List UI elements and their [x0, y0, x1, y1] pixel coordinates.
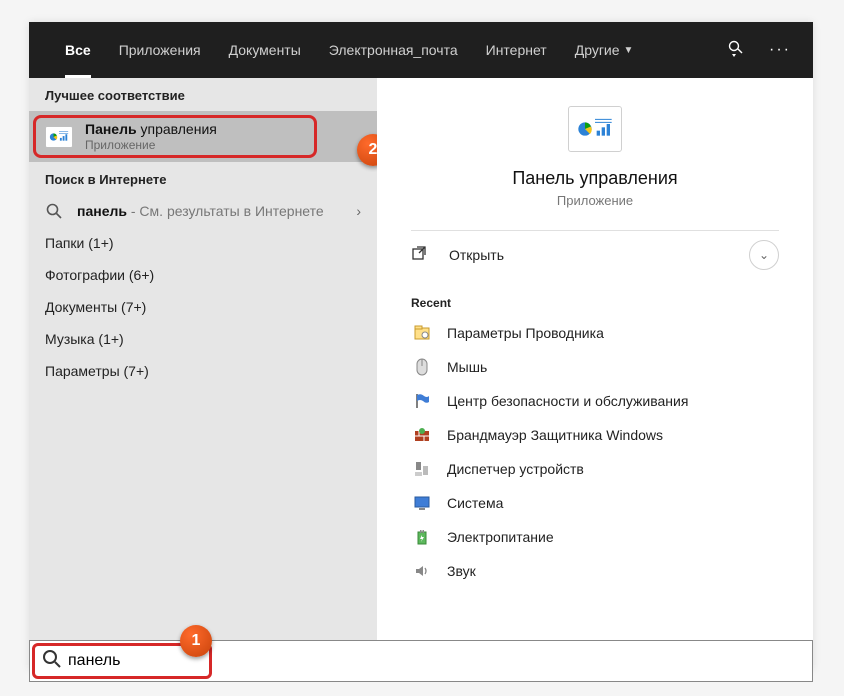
recent-label: Центр безопасности и обслуживания: [447, 393, 688, 409]
search-input[interactable]: [62, 652, 800, 670]
best-match-result[interactable]: Панель управления Приложение 2: [29, 111, 377, 162]
header-tabs: Все Приложения Документы Электронная_поч…: [29, 22, 813, 78]
tab-label: Приложения: [119, 42, 201, 58]
mouse-icon: [411, 358, 433, 376]
tab-web[interactable]: Интернет: [472, 22, 561, 78]
search-window: Все Приложения Документы Электронная_поч…: [29, 22, 813, 670]
recent-heading: Recent: [377, 278, 813, 316]
recent-label: Звук: [447, 563, 476, 579]
recent-label: Электропитание: [447, 529, 554, 545]
preview-title: Панель управления: [512, 168, 677, 189]
folder-options-icon: [411, 324, 433, 342]
result-subtitle: Приложение: [85, 138, 361, 152]
category-documents[interactable]: Документы (7+): [29, 291, 377, 323]
power-icon: [411, 528, 433, 546]
control-panel-icon: [45, 126, 73, 148]
tab-docs[interactable]: Документы: [215, 22, 315, 78]
tab-more[interactable]: Другие ▼: [561, 22, 648, 78]
open-icon: [411, 245, 433, 264]
recent-item[interactable]: Диспетчер устройств: [377, 452, 813, 486]
web-search-result[interactable]: панель - См. результаты в Интернете ›: [29, 195, 377, 227]
web-result-text: панель - См. результаты в Интернете: [77, 203, 356, 219]
tab-label: Электронная_почта: [329, 42, 458, 58]
ellipsis-icon[interactable]: ···: [769, 41, 791, 59]
annotation-badge-2: 2: [357, 134, 377, 166]
recent-item[interactable]: Система: [377, 486, 813, 520]
tab-label: Все: [65, 42, 91, 58]
tab-all[interactable]: Все: [51, 22, 105, 78]
category-music[interactable]: Музыка (1+): [29, 323, 377, 355]
recent-item[interactable]: Центр безопасности и обслуживания: [377, 384, 813, 418]
recent-label: Мышь: [447, 359, 487, 375]
sound-icon: [411, 562, 433, 580]
chevron-down-icon: ▼: [624, 45, 634, 56]
preview-pane: Панель управления Приложение Открыть ⌄ R…: [377, 78, 813, 670]
control-panel-icon-large: [568, 106, 622, 152]
tab-apps[interactable]: Приложения: [105, 22, 215, 78]
recent-item[interactable]: Брандмауэр Защитника Windows: [377, 418, 813, 452]
recent-label: Параметры Проводника: [447, 325, 604, 341]
search-body: Лучшее соответствие Панель уп: [29, 78, 813, 670]
flag-icon: [411, 392, 433, 410]
tab-email[interactable]: Электронная_почта: [315, 22, 472, 78]
search-icon: [45, 203, 63, 219]
recent-label: Брандмауэр Защитника Windows: [447, 427, 663, 443]
preview-subtitle: Приложение: [557, 193, 633, 208]
recent-label: Диспетчер устройств: [447, 461, 584, 477]
tab-label: Документы: [229, 42, 301, 58]
firewall-icon: [411, 426, 433, 444]
category-settings[interactable]: Параметры (7+): [29, 355, 377, 387]
annotation-badge-1: 1: [180, 625, 212, 657]
system-icon: [411, 494, 433, 512]
recent-item[interactable]: Параметры Проводника: [377, 316, 813, 350]
open-action[interactable]: Открыть ⌄: [377, 231, 813, 278]
web-search-heading: Поиск в Интернете: [29, 162, 377, 195]
open-label: Открыть: [449, 247, 504, 263]
chevron-right-icon: ›: [356, 203, 361, 219]
category-folders[interactable]: Папки (1+): [29, 227, 377, 259]
preview-header: Панель управления Приложение: [411, 78, 779, 231]
results-left-pane: Лучшее соответствие Панель уп: [29, 78, 377, 670]
tab-label: Интернет: [486, 42, 547, 58]
recent-item[interactable]: Электропитание: [377, 520, 813, 554]
recent-item[interactable]: Звук: [377, 554, 813, 588]
search-bar[interactable]: 1: [29, 640, 813, 682]
category-photos[interactable]: Фотографии (6+): [29, 259, 377, 291]
search-icon: [42, 649, 62, 674]
recent-label: Система: [447, 495, 503, 511]
expand-button[interactable]: ⌄: [749, 240, 779, 270]
tab-label: Другие: [575, 42, 620, 58]
result-title: Панель управления: [85, 121, 361, 137]
feedback-icon[interactable]: [727, 39, 747, 62]
recent-item[interactable]: Мышь: [377, 350, 813, 384]
best-match-heading: Лучшее соответствие: [29, 78, 377, 111]
chevron-down-icon: ⌄: [759, 248, 769, 262]
devices-icon: [411, 460, 433, 478]
